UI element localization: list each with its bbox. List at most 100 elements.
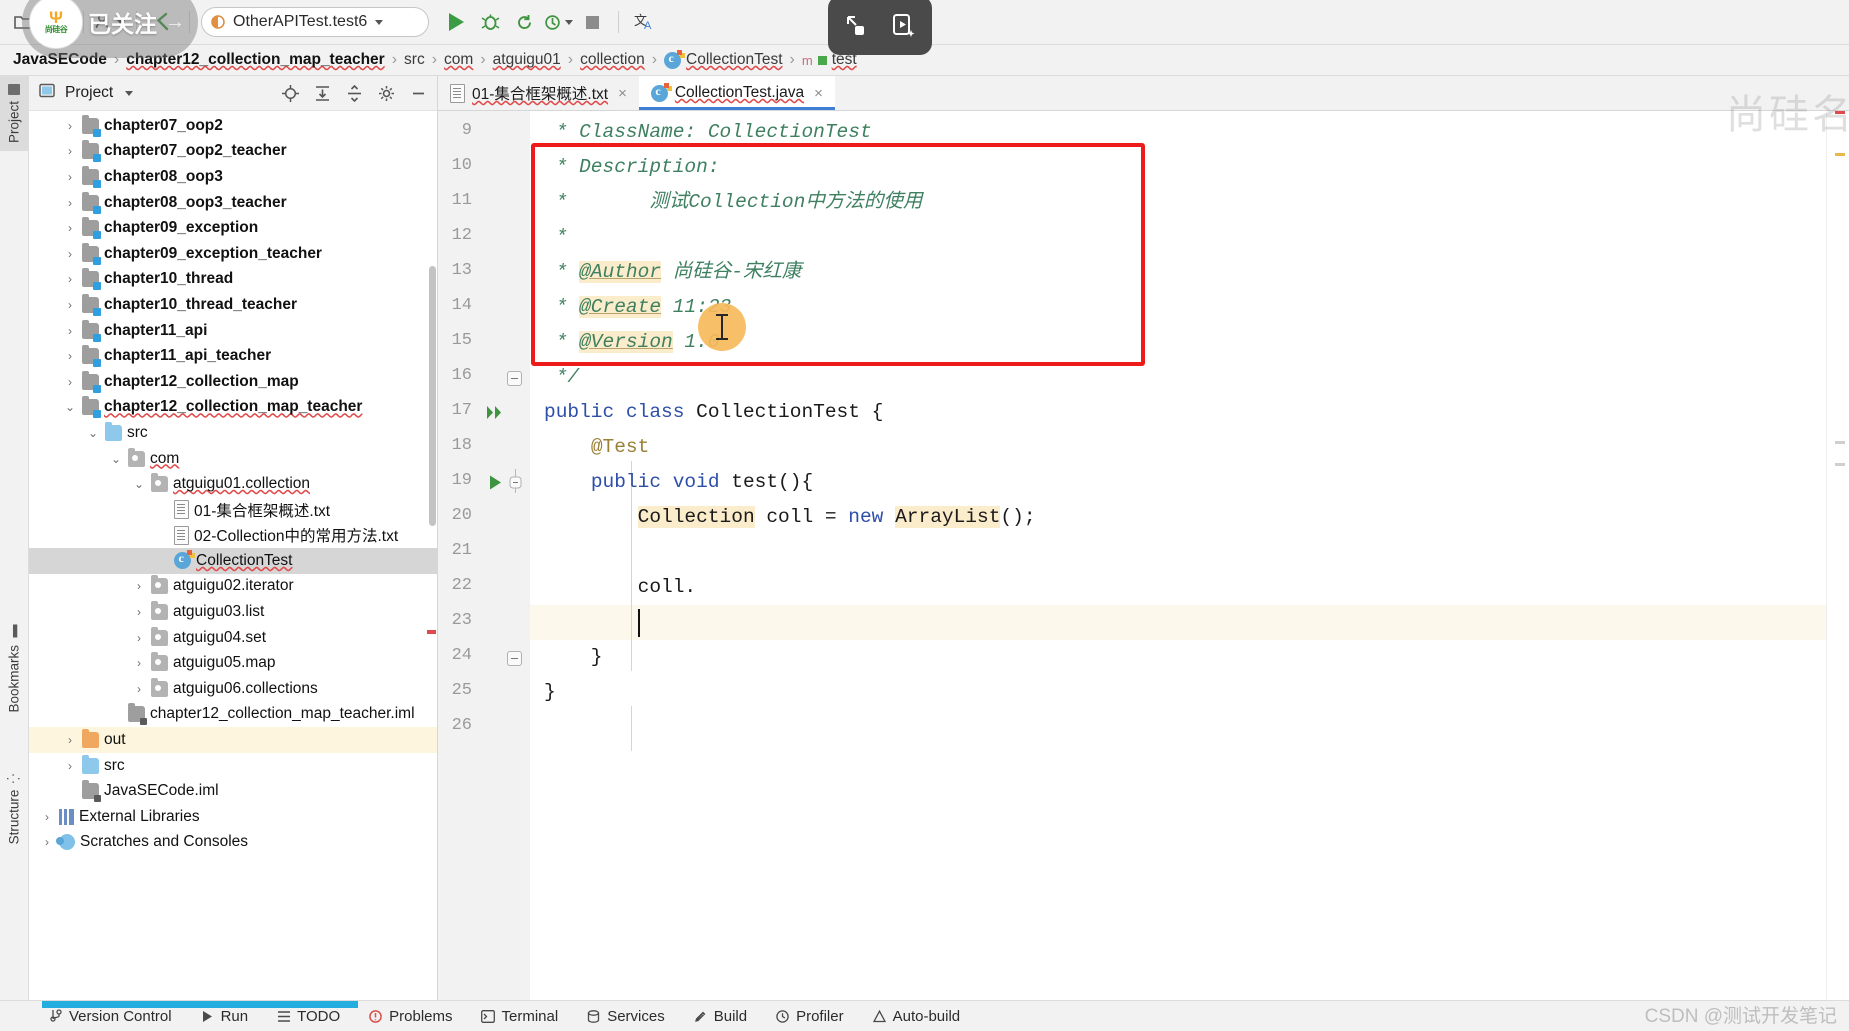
code-line[interactable]: * 测试Collection中方法的使用 — [544, 185, 923, 220]
chevron-down-icon[interactable]: ⌄ — [85, 426, 101, 440]
code-line[interactable]: } — [544, 675, 556, 710]
tree-item[interactable]: › chapter07_oop2 — [29, 113, 437, 139]
editor-marker[interactable] — [1835, 441, 1845, 444]
bottom-tab-version-control[interactable]: Version Control — [34, 1008, 186, 1025]
chevron-right-icon[interactable]: › — [131, 579, 147, 593]
sidebar-item-bookmarks[interactable]: Bookmarks ❚ — [0, 616, 28, 721]
screenshot-icon[interactable] — [837, 6, 877, 46]
screen-record-icon[interactable] — [883, 6, 923, 46]
breadcrumb-item-4[interactable]: atguigu01 — [490, 51, 564, 69]
breadcrumb-item-2[interactable]: src — [401, 51, 428, 69]
tree-item[interactable]: › chapter09_exception_teacher — [29, 241, 437, 267]
chevron-right-icon[interactable]: › — [62, 247, 78, 261]
close-icon[interactable]: × — [618, 85, 627, 102]
chevron-right-icon[interactable]: › — [62, 375, 78, 389]
project-tree[interactable]: › chapter07_oop2 › chapter07_oop2_teacher › c… — [29, 111, 437, 1000]
close-icon[interactable]: × — [814, 85, 823, 102]
chevron-down-icon[interactable] — [125, 90, 134, 96]
code-line[interactable]: * @Author 尚硅谷-宋红康 — [544, 255, 801, 290]
tree-item[interactable]: › atguigu06.collections — [29, 676, 437, 702]
chevron-right-icon[interactable]: › — [131, 631, 147, 645]
code-fold-toggle[interactable] — [507, 651, 522, 666]
hide-panel-icon[interactable] — [405, 80, 431, 106]
chevron-right-icon[interactable]: › — [62, 349, 78, 363]
run-button[interactable] — [441, 8, 471, 36]
tab-01-collection-overview[interactable]: 01-集合框架概述.txt × — [438, 76, 639, 110]
breadcrumb-item-3[interactable]: com — [441, 51, 476, 69]
bottom-tab-auto-build[interactable]: Auto-build — [858, 1008, 975, 1025]
code-fold-toggle[interactable] — [509, 469, 522, 493]
chevron-right-icon[interactable]: › — [62, 272, 78, 286]
chevron-right-icon[interactable]: › — [62, 221, 78, 235]
collapse-all-icon[interactable] — [341, 80, 367, 106]
tree-item[interactable]: ›CollectionTest — [29, 548, 437, 574]
code-line[interactable]: } — [544, 640, 603, 675]
chevron-right-icon[interactable]: › — [62, 196, 78, 210]
tree-item[interactable]: › atguigu02.iterator — [29, 574, 437, 600]
tree-item[interactable]: › chapter10_thread_teacher — [29, 292, 437, 318]
bottom-tab-build[interactable]: Build — [679, 1008, 761, 1025]
tree-item[interactable]: ›chapter12_collection_map_teacher.iml — [29, 702, 437, 728]
code-fold-toggle[interactable] — [507, 371, 522, 386]
bottom-tab-services[interactable]: Services — [572, 1008, 679, 1025]
tree-item[interactable]: › src — [29, 753, 437, 779]
run-with-coverage-button[interactable] — [509, 8, 539, 36]
bottom-tab-terminal[interactable]: Terminal — [467, 1008, 573, 1025]
code-line[interactable]: * ClassName: CollectionTest — [544, 115, 872, 150]
editor-marker[interactable] — [1835, 153, 1845, 156]
debug-button[interactable] — [475, 8, 505, 36]
tree-item[interactable]: ›02-Collection中的常用方法.txt — [29, 523, 437, 549]
code-line[interactable]: public void test(){ — [544, 465, 813, 500]
chevron-right-icon[interactable]: › — [131, 682, 147, 696]
code-editor[interactable]: 9 10 11 12 13 14 15 16 17 18 19 20 21 22 23 24 25 26 * Cl… — [438, 111, 1849, 1000]
sidebar-item-structure[interactable]: Structure ⁛ — [0, 766, 28, 852]
tree-item[interactable]: › chapter09_exception — [29, 215, 437, 241]
settings-gear-icon[interactable] — [373, 80, 399, 106]
chevron-right-icon[interactable]: › — [131, 656, 147, 670]
tree-item[interactable]: › atguigu05.map — [29, 650, 437, 676]
tree-item[interactable]: › External Libraries — [29, 804, 437, 830]
tree-item[interactable]: › atguigu03.list — [29, 599, 437, 625]
run-configuration-selector[interactable]: OtherAPITest.test6 — [201, 7, 429, 37]
chevron-right-icon[interactable]: › — [62, 324, 78, 338]
chevron-right-icon[interactable]: › — [131, 605, 147, 619]
tab-collectiontest-java[interactable]: CollectionTest.java × — [638, 76, 835, 110]
chevron-right-icon[interactable]: › — [62, 298, 78, 312]
run-test-icon[interactable] — [487, 474, 504, 496]
tree-item[interactable]: ⌄ src — [29, 420, 437, 446]
tree-item[interactable]: › Scratches and Consoles — [29, 830, 437, 856]
run-all-tests-icon[interactable] — [485, 404, 504, 426]
tree-item[interactable]: › chapter10_thread — [29, 267, 437, 293]
locate-file-icon[interactable] — [277, 80, 303, 106]
translate-button[interactable]: 文A — [630, 8, 660, 36]
code-line[interactable]: */ — [544, 360, 579, 395]
sidebar-item-project[interactable]: Project — [0, 76, 28, 152]
tree-item[interactable]: › chapter11_api — [29, 318, 437, 344]
chevron-right-icon[interactable]: › — [39, 810, 55, 824]
bottom-tab-todo[interactable]: TODO — [262, 1008, 354, 1025]
breadcrumb-item-5[interactable]: collection — [577, 51, 648, 69]
profiler-button[interactable] — [543, 8, 573, 36]
chevron-right-icon[interactable]: › — [62, 733, 78, 747]
chevron-down-icon[interactable]: ⌄ — [62, 400, 78, 414]
code-line[interactable]: @Test — [544, 430, 650, 465]
editor-marker[interactable] — [1835, 111, 1845, 114]
code-line[interactable]: * — [544, 220, 568, 255]
tree-item[interactable]: ⌄ chapter12_collection_map_teacher — [29, 395, 437, 421]
editor-marker-strip[interactable] — [1826, 111, 1849, 1000]
tree-item[interactable]: ›JavaSECode.iml — [29, 778, 437, 804]
chevron-right-icon[interactable]: › — [62, 119, 78, 133]
code-line[interactable]: * @Version 1.0 — [544, 325, 720, 360]
breadcrumb-item-6[interactable]: CollectionTest — [661, 49, 786, 69]
tree-item[interactable]: › chapter11_api_teacher — [29, 343, 437, 369]
code-line[interactable]: public class CollectionTest { — [544, 395, 883, 430]
tree-item[interactable]: › chapter08_oop3_teacher — [29, 190, 437, 216]
chevron-right-icon[interactable]: › — [39, 835, 55, 849]
tree-item[interactable]: › chapter07_oop2_teacher — [29, 139, 437, 165]
tree-item[interactable]: ›01-集合框架概述.txt — [29, 497, 437, 523]
chevron-right-icon[interactable]: › — [62, 144, 78, 158]
code-content[interactable]: * ClassName: CollectionTest * Descriptio… — [530, 111, 1826, 1000]
tree-item[interactable]: › chapter08_oop3 — [29, 164, 437, 190]
chevron-right-icon[interactable]: › — [62, 170, 78, 184]
tree-item[interactable]: ⌄ atguigu01.collection — [29, 471, 437, 497]
